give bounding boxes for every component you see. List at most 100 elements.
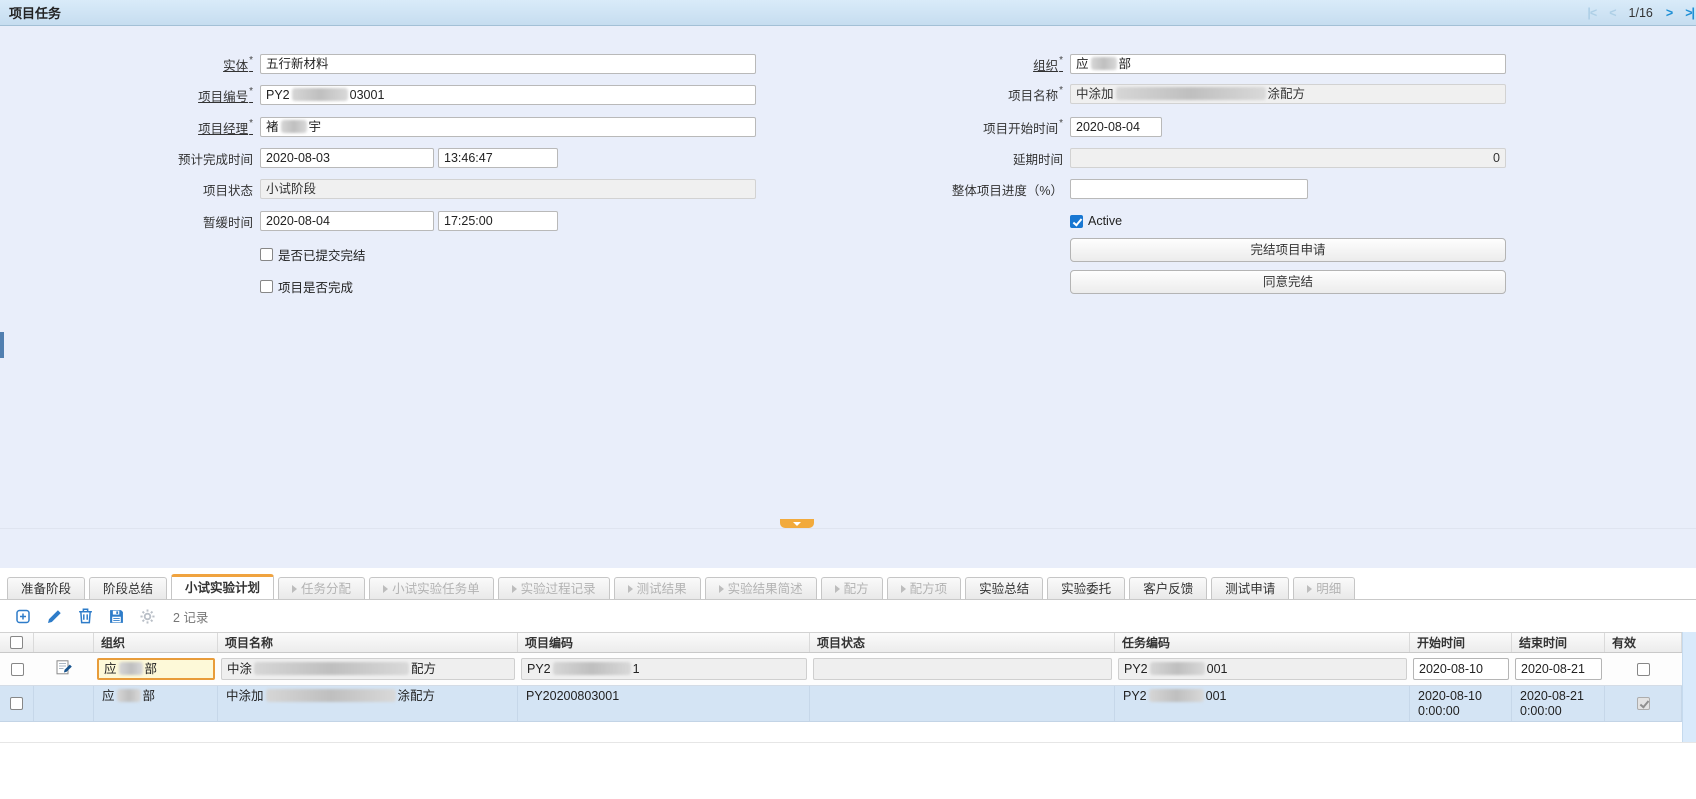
field-row-planned-finish: 预计完成时间 2020-08-03 13:46:47: [0, 148, 558, 168]
done-checkbox[interactable]: [260, 280, 273, 293]
page-title: 项目任务: [0, 3, 61, 22]
tab-配方: 配方: [821, 577, 883, 599]
table-row[interactable]: 应部 中涂加涂配方 PY20200803001 PY2001 2020-08-1…: [0, 686, 1682, 722]
redaction-blur: [1116, 87, 1266, 100]
row-status-header-cell: [34, 633, 94, 652]
tab-客户反馈[interactable]: 客户反馈: [1129, 577, 1207, 599]
row2-name-prefix: 中涂加: [226, 689, 264, 703]
col-header-org[interactable]: 组织: [94, 633, 218, 652]
start-date-label: 项目开始时间: [752, 118, 1070, 137]
manager-field[interactable]: 褚宇: [260, 117, 756, 137]
record-position: 1/16: [1629, 6, 1653, 20]
agree-finish-button[interactable]: 同意完结: [1070, 270, 1506, 294]
select-all-checkbox[interactable]: [10, 636, 23, 649]
row1-start-input[interactable]: 2020-08-10: [1413, 658, 1509, 680]
org-prefix: 应: [1076, 57, 1089, 71]
project-no-field[interactable]: PY203001: [260, 85, 756, 105]
row1-status-cell: [810, 658, 1115, 680]
row2-org-cell: 应部: [94, 686, 218, 721]
edit-record-icon[interactable]: [47, 609, 62, 624]
col-header-task-code[interactable]: 任务编码: [1115, 633, 1410, 652]
finish-request-button[interactable]: 完结项目申请: [1070, 238, 1506, 262]
col-header-project-code[interactable]: 项目编码: [518, 633, 810, 652]
row2-status-cell: [810, 686, 1115, 721]
row2-task-suffix: 001: [1206, 689, 1227, 703]
manager-label: 项目经理: [0, 118, 260, 137]
row1-name-suffix: 配方: [411, 662, 436, 676]
col-header-end-time[interactable]: 结束时间: [1512, 633, 1605, 652]
row1-end-cell: 2020-08-21: [1512, 658, 1605, 680]
planned-finish-time-field[interactable]: 13:46:47: [438, 148, 558, 168]
field-row-delay: 延期时间 0: [752, 148, 1506, 168]
row1-start-cell: 2020-08-10: [1410, 658, 1512, 680]
row1-code-suffix: 1: [633, 662, 640, 676]
col-header-start-time[interactable]: 开始时间: [1410, 633, 1512, 652]
pause-label: 暂缓时间: [0, 212, 260, 231]
tab-实验总结[interactable]: 实验总结: [965, 577, 1043, 599]
tab-label: 准备阶段: [21, 579, 71, 599]
pause-time-field[interactable]: 17:25:00: [438, 211, 558, 231]
next-record-icon[interactable]: >: [1666, 6, 1672, 20]
grid-scrollbar[interactable]: [1682, 632, 1696, 742]
row1-end-input[interactable]: 2020-08-21: [1515, 658, 1602, 680]
tab-label: 实验过程记录: [521, 579, 596, 599]
panel-edge-handle[interactable]: [0, 332, 4, 358]
row-select-cell: [0, 663, 34, 676]
col-header-valid[interactable]: 有效: [1605, 633, 1682, 652]
active-checkbox[interactable]: [1070, 215, 1083, 228]
new-record-icon[interactable]: [16, 609, 31, 624]
field-row-project-name: 项目名称 中涂加涂配方: [752, 84, 1506, 104]
row1-select-checkbox[interactable]: [11, 663, 24, 676]
row1-name-input: 中涂配方: [221, 658, 515, 680]
detail-tab-strip: 准备阶段阶段总结小试实验计划任务分配小试实验任务单实验过程记录测试结果实验结果简…: [0, 577, 1696, 600]
table-row-edit[interactable]: 应部 中涂配方 PY21 PY2001 2020-08-10 2020-08-2…: [0, 653, 1682, 686]
row1-org-input[interactable]: 应部: [97, 658, 215, 680]
tab-label: 配方项: [910, 579, 948, 599]
redaction-blur: [1150, 662, 1205, 675]
tab-label: 实验总结: [979, 579, 1029, 599]
field-row-start-date: 项目开始时间 2020-08-04: [752, 117, 1162, 137]
tab-小试实验计划[interactable]: 小试实验计划: [171, 574, 274, 599]
tab-准备阶段[interactable]: 准备阶段: [7, 577, 85, 599]
row1-name-cell: 中涂配方: [218, 658, 518, 680]
submitted-checkbox[interactable]: [260, 248, 273, 261]
project-name-field: 中涂加涂配方: [1070, 84, 1506, 104]
col-header-project-status[interactable]: 项目状态: [810, 633, 1115, 652]
row1-valid-checkbox[interactable]: [1637, 663, 1650, 676]
planned-finish-date-field[interactable]: 2020-08-03: [260, 148, 434, 168]
tab-disabled-arrow-icon: [628, 585, 633, 593]
row1-org-cell: 应部: [94, 658, 218, 680]
prev-record-icon[interactable]: <: [1609, 6, 1615, 20]
tab-测试申请[interactable]: 测试申请: [1211, 577, 1289, 599]
row1-task-suffix: 001: [1207, 662, 1228, 676]
col-header-project-name[interactable]: 项目名称: [218, 633, 518, 652]
tab-小试实验任务单: 小试实验任务单: [369, 577, 494, 599]
progress-field[interactable]: [1070, 179, 1308, 199]
tab-disabled-arrow-icon: [719, 585, 724, 593]
last-record-icon[interactable]: >|: [1685, 6, 1694, 20]
tab-实验委托[interactable]: 实验委托: [1047, 577, 1125, 599]
collapse-splitter-handle[interactable]: [780, 519, 814, 528]
tab-阶段总结[interactable]: 阶段总结: [89, 577, 167, 599]
row2-select-checkbox[interactable]: [10, 697, 23, 710]
tab-label: 阶段总结: [103, 579, 153, 599]
row1-task-prefix: PY2: [1124, 662, 1148, 676]
delay-field: 0: [1070, 148, 1506, 168]
start-date-field[interactable]: 2020-08-04: [1070, 117, 1162, 137]
pause-date-field[interactable]: 2020-08-04: [260, 211, 434, 231]
status-field: 小试阶段: [260, 179, 756, 199]
row2-valid-checkbox: [1637, 697, 1650, 710]
first-record-icon[interactable]: |<: [1587, 6, 1596, 20]
active-checkbox-label: Active: [1088, 214, 1122, 228]
entity-field[interactable]: 五行新材料: [260, 54, 756, 74]
delete-record-icon[interactable]: [78, 608, 93, 624]
save-record-icon[interactable]: [109, 609, 124, 624]
project-form-panel: 实体 五行新材料 项目编号 PY203001 项目经理 褚宇 预计完成时间 20…: [0, 26, 1696, 568]
redaction-blur: [553, 662, 631, 675]
org-field[interactable]: 应部: [1070, 54, 1506, 74]
tab-实验过程记录: 实验过程记录: [498, 577, 610, 599]
tab-disabled-arrow-icon: [901, 585, 906, 593]
delay-label: 延期时间: [752, 149, 1070, 168]
project-name-label: 项目名称: [752, 85, 1070, 104]
grid-bottom-border: [0, 742, 1696, 743]
